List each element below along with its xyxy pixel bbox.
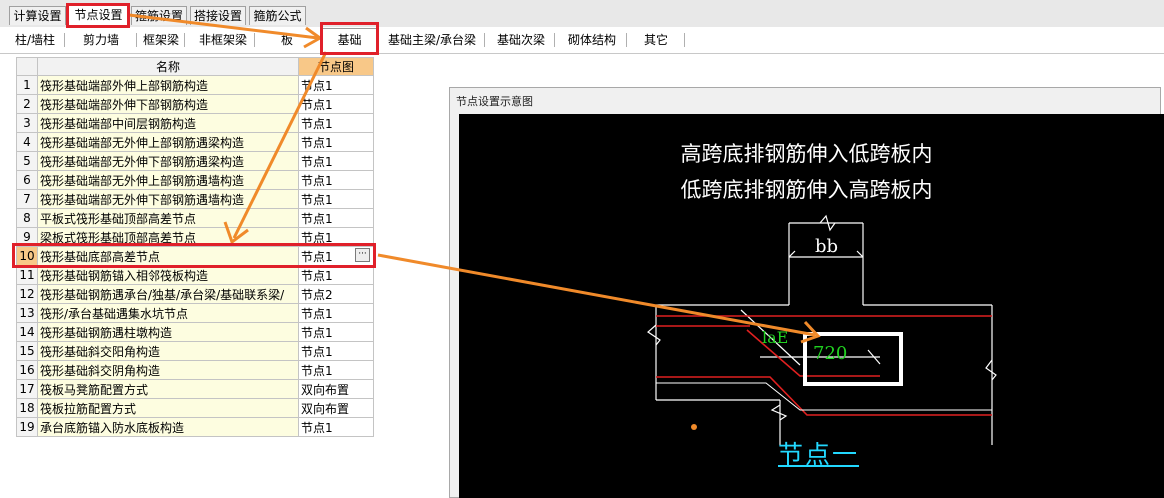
diagram-description-line-2: 低跨底排钢筋伸入高跨板内 [680, 178, 933, 202]
orange-marker-dot [691, 424, 697, 430]
dimension-bb-label: bb [815, 236, 839, 257]
highlight-selected-row [12, 243, 376, 268]
dimension-720-label: 720 [813, 343, 848, 364]
dimension-lae-label: laE [762, 328, 789, 347]
highlight-node-settings-tab [66, 3, 130, 28]
highlight-foundation-tab [320, 22, 379, 55]
node-one-label: 节点一 [778, 440, 860, 469]
diagram-description-line-1: 高跨底排钢筋伸入低跨板内 [680, 142, 933, 166]
